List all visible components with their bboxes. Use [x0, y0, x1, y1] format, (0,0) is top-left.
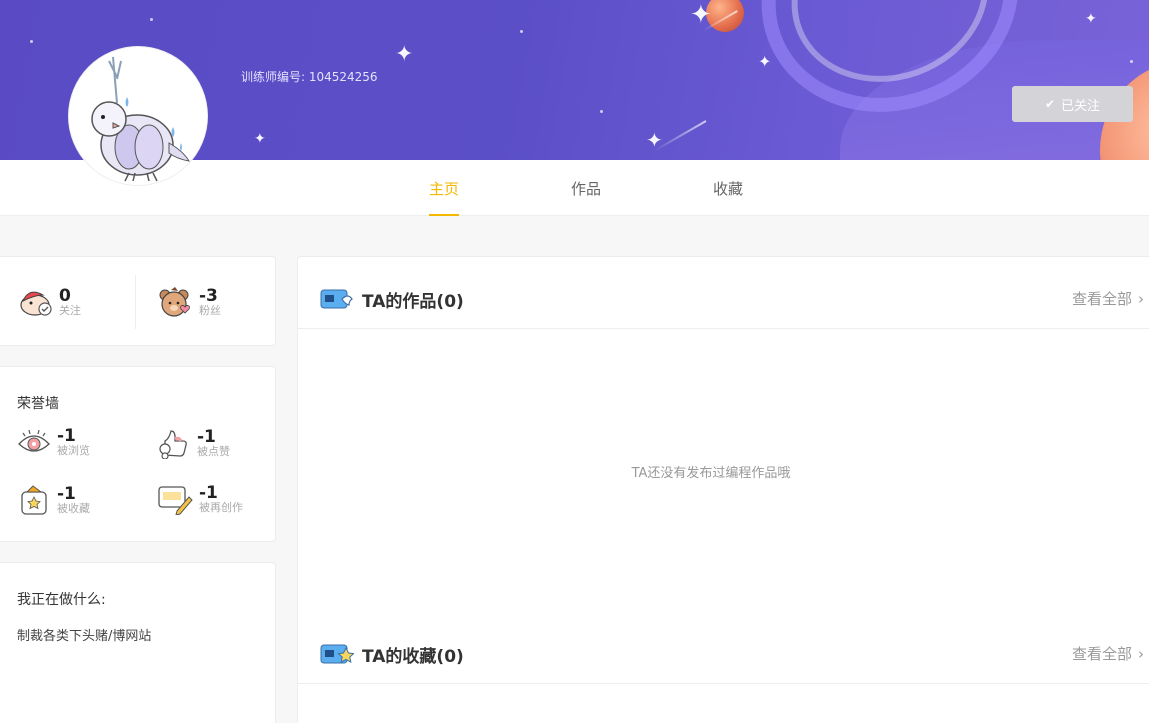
works-title: TA的作品(0) — [362, 292, 464, 312]
check-icon: ✔ — [1044, 97, 1056, 111]
fans-count: -3 — [199, 286, 218, 306]
fans-stat[interactable]: -3 粉丝 — [157, 287, 221, 317]
edit-card-icon — [158, 486, 193, 515]
chevron-right-icon: › — [1138, 289, 1145, 308]
honor-wall-title: 荣誉墙 — [17, 396, 59, 412]
tab-home[interactable]: 主页 — [429, 160, 460, 216]
honor-views: -1 被浏览 — [17, 427, 90, 457]
favorites-icon — [320, 644, 354, 664]
views-count: -1 — [57, 426, 76, 446]
works-section-header: TA的作品(0) 查看全部 › — [298, 257, 1149, 329]
banner-decoration — [600, 110, 603, 113]
eye-icon — [18, 429, 50, 452]
likes-count: -1 — [197, 427, 216, 447]
honor-likes: -1 被点赞 — [157, 427, 230, 459]
remixes-count: -1 — [199, 483, 218, 503]
banner-decoration — [1130, 60, 1133, 63]
trainer-id: 训练师编号: 104524256 — [241, 70, 378, 84]
works-icon — [320, 289, 353, 309]
star-box-icon — [21, 485, 47, 515]
doing-text: 制裁各类下头赌/博网站 — [17, 629, 152, 644]
honor-favorites: -1 被收藏 — [17, 483, 90, 517]
star-icon: ✦ — [690, 0, 712, 30]
favorites-title: TA的收藏(0) — [362, 647, 464, 667]
works-empty-message: TA还没有发布过编程作品哦 — [631, 466, 791, 481]
favorites-view-all-label: 查看全部 — [1072, 645, 1133, 663]
main-panel: TA的作品(0) 查看全部 › TA还没有发布过编程作品哦 TA的收藏(0) 查… — [297, 256, 1149, 723]
favorites-count: -1 — [57, 484, 76, 504]
tab-favorites[interactable]: 收藏 — [713, 160, 743, 216]
followed-button-label: 已关注 — [1061, 97, 1101, 113]
chevron-right-icon: › — [1138, 644, 1145, 663]
favorites-view-all-link[interactable]: 查看全部 › — [1072, 643, 1144, 664]
stats-card: 0 关注 -3 粉丝 — [0, 256, 276, 346]
thumbs-up-icon — [159, 430, 187, 459]
honor-wall-card: 荣誉墙 -1 被浏览 -1 被点赞 -1 被收藏 -1 被再创作 — [0, 366, 276, 542]
banner-decoration — [30, 40, 33, 43]
following-stat[interactable]: 0 关注 — [19, 287, 81, 317]
followed-button[interactable]: ✔ 已关注 — [1012, 86, 1133, 122]
bird-icon — [20, 291, 52, 316]
pigeon-avatar-icon — [91, 56, 190, 182]
fans-label: 粉丝 — [199, 304, 221, 317]
banner-decoration — [150, 18, 153, 21]
following-count: 0 — [59, 286, 71, 306]
banner-decoration — [520, 30, 523, 33]
honor-remixes: -1 被再创作 — [157, 483, 243, 515]
doing-card: 我正在做什么: 制裁各类下头赌/博网站 — [0, 562, 276, 723]
star-icon: ✦ — [395, 42, 414, 67]
likes-label: 被点赞 — [197, 445, 230, 458]
star-icon: ✦ — [254, 131, 266, 147]
works-view-all-link[interactable]: 查看全部 › — [1072, 288, 1144, 309]
tab-works[interactable]: 作品 — [571, 160, 601, 216]
views-label: 被浏览 — [57, 444, 90, 457]
star-icon: ✦ — [758, 52, 772, 71]
favorites-section-header: TA的收藏(0) 查看全部 › — [298, 612, 1149, 684]
remixes-label: 被再创作 — [199, 501, 243, 514]
doing-title: 我正在做什么: — [17, 592, 106, 608]
divider — [135, 275, 136, 329]
favorites-label: 被收藏 — [57, 502, 90, 515]
avatar[interactable] — [69, 47, 207, 185]
following-label: 关注 — [59, 304, 81, 317]
star-icon: ✦ — [1085, 11, 1097, 27]
works-view-all-label: 查看全部 — [1072, 290, 1133, 308]
bear-icon — [159, 287, 190, 317]
